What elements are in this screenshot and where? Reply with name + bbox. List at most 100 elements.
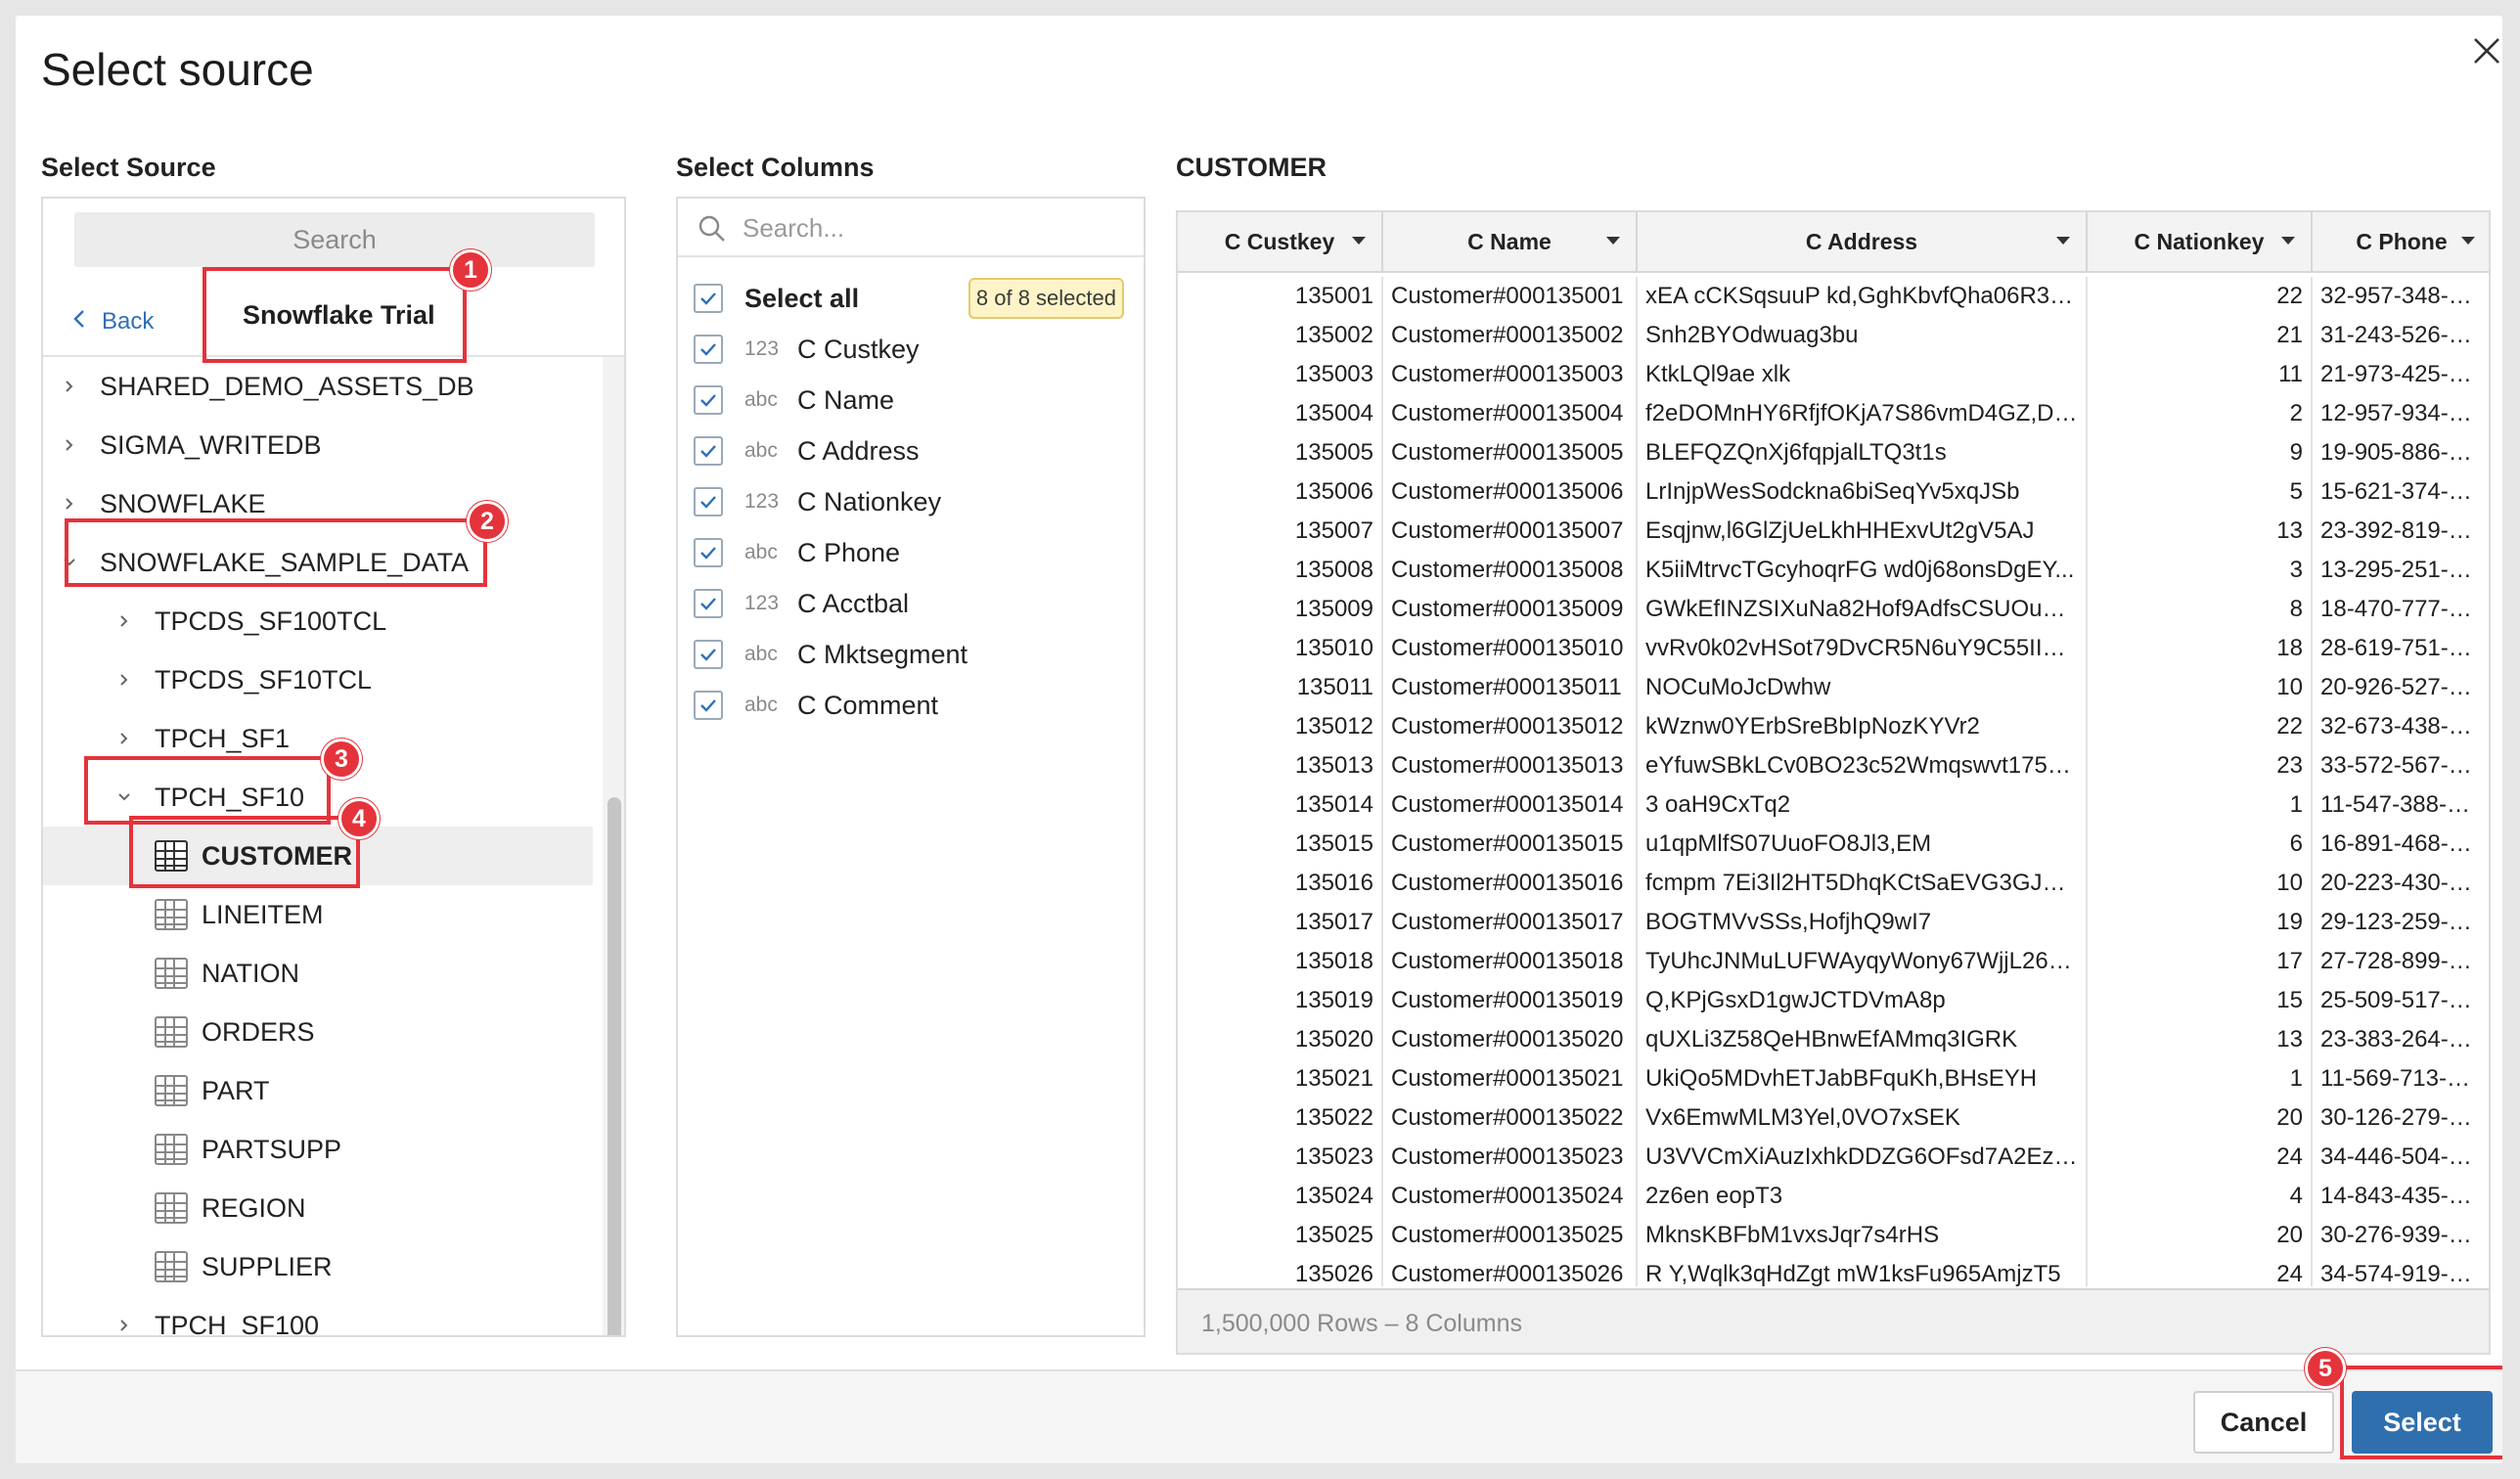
table-icon [155, 899, 188, 930]
chevron-down-icon[interactable] [1352, 237, 1366, 245]
tree-item-label: SNOWFLAKE_SAMPLE_DATA [100, 547, 470, 577]
chevron-down-icon[interactable] [63, 556, 76, 569]
tree-item-snowflake[interactable]: SNOWFLAKE [43, 474, 593, 533]
select-all-row[interactable]: Select all 8 of 8 selected [694, 273, 1124, 324]
tree-item-customer[interactable]: CUSTOMER [43, 827, 593, 885]
cancel-button[interactable]: Cancel [2193, 1391, 2334, 1454]
table-cell: Customer#000135014 [1383, 785, 1638, 825]
tree-item-label: TPCH_SF10 [155, 782, 305, 812]
tree-item-label: TPCDS_SF10TCL [155, 664, 373, 695]
column-name: C Nationkey [797, 486, 942, 516]
tree-item-tpch-sf100[interactable]: TPCH_SF100 [43, 1296, 593, 1335]
column-item[interactable]: 123 C Acctbal [694, 578, 1124, 629]
column-item[interactable]: 123 C Custkey [694, 324, 1124, 375]
table-cell: Customer#000135012 [1383, 707, 1638, 746]
column-checkbox[interactable] [694, 691, 723, 720]
tree-item-label: SUPPLIER [202, 1251, 333, 1281]
column-type-tag: abc [744, 643, 778, 665]
tree-item-snowflake-sample-data[interactable]: SNOWFLAKE_SAMPLE_DATA [43, 533, 593, 592]
select-columns-heading: Select Columns [676, 153, 875, 182]
close-icon[interactable] [2465, 29, 2502, 72]
column-checkbox[interactable] [694, 385, 723, 415]
source-browser-panel: Search Back Snowflake Trial SHARED_DEMO_… [41, 197, 626, 1337]
column-item[interactable]: 123 C Nationkey [694, 476, 1124, 527]
column-type-tag: abc [744, 439, 778, 462]
chevron-right-icon[interactable] [117, 673, 131, 687]
table-cell: u1qpMlfS07UuoFO8Jl3,EM [1638, 825, 2088, 864]
column-search-input[interactable] [742, 208, 1124, 247]
column-header[interactable]: C Custkey [1178, 212, 1383, 271]
column-checkbox[interactable] [694, 640, 723, 669]
table-cell: BLEFQZQnXj6fqpjalLTQ3t1s [1638, 433, 2088, 472]
tree-item-tpch-sf1[interactable]: TPCH_SF1 [43, 709, 593, 768]
preview-header-row: C Custkey C Name C Address C Nationkey C Pho… [1178, 212, 2489, 273]
table-row: 135004 Customer#000135004 f2eDOMnHY6RfjfOK… [1178, 394, 2489, 433]
column-item[interactable]: abc C Mktsegment [694, 629, 1124, 680]
source-search-input[interactable]: Search [74, 212, 595, 267]
column-checkbox[interactable] [694, 538, 723, 567]
table-cell: 135020 [1178, 1020, 1383, 1059]
column-checkbox[interactable] [694, 487, 723, 516]
table-cell: f2eDOMnHY6RfjfOKjA7S86vmD4GZ,DY... [1638, 394, 2088, 433]
table-cell: 15-621-374-6609 [2313, 472, 2489, 512]
tree-item-lineitem[interactable]: LINEITEM [43, 885, 593, 944]
column-item[interactable]: abc C Address [694, 426, 1124, 476]
tree-item-tpcds-sf10tcl[interactable]: TPCDS_SF10TCL [43, 650, 593, 709]
table-cell: 20 [2088, 1098, 2313, 1138]
chevron-right-icon[interactable] [63, 438, 76, 452]
table-cell: Customer#000135025 [1383, 1216, 1638, 1255]
column-name: C Acctbal [797, 588, 910, 618]
tree-item-tpch-sf10[interactable]: TPCH_SF10 [43, 768, 593, 827]
tree-item-shared-demo-assets-db[interactable]: SHARED_DEMO_ASSETS_DB [43, 357, 593, 416]
chevron-down-icon[interactable] [2461, 237, 2475, 245]
table-row: 135002 Customer#000135002 Snh2BYOdwuag3bu 2… [1178, 316, 2489, 355]
table-cell: 135022 [1178, 1098, 1383, 1138]
select-all-checkbox[interactable] [694, 284, 723, 313]
table-cell: Customer#000135018 [1383, 942, 1638, 981]
table-cell: 135007 [1178, 512, 1383, 551]
column-checkbox[interactable] [694, 335, 723, 364]
tree-item-supplier[interactable]: SUPPLIER [43, 1237, 593, 1296]
back-button[interactable]: Back [72, 302, 154, 341]
select-button[interactable]: Select [2352, 1391, 2493, 1454]
table-cell: 19 [2088, 903, 2313, 942]
tree-item-sigma-writedb[interactable]: SIGMA_WRITEDB [43, 416, 593, 474]
tree-item-label: SNOWFLAKE [100, 488, 266, 518]
table-cell: Customer#000135021 [1383, 1059, 1638, 1098]
tree-item-partsupp[interactable]: PARTSUPP [43, 1120, 593, 1179]
table-cell: GWkEfINZSIXuNa82Hof9AdfsCSUOuDhF [1638, 590, 2088, 629]
table-cell: 32-957-348-8193 [2313, 277, 2489, 316]
table-cell: 9 [2088, 433, 2313, 472]
column-item[interactable]: abc C Name [694, 375, 1124, 426]
tree-item-orders[interactable]: ORDERS [43, 1003, 593, 1061]
table-cell: 13 [2088, 1020, 2313, 1059]
tree-item-tpcds-sf100tcl[interactable]: TPCDS_SF100TCL [43, 592, 593, 650]
table-cell: 135014 [1178, 785, 1383, 825]
chevron-down-icon[interactable] [2056, 237, 2070, 245]
tree-item-part[interactable]: PART [43, 1061, 593, 1120]
tree-scrollbar-thumb[interactable] [608, 797, 621, 1335]
column-item[interactable]: abc C Phone [694, 527, 1124, 578]
chevron-right-icon[interactable] [117, 1319, 131, 1332]
column-checkbox[interactable] [694, 436, 723, 466]
chevron-down-icon[interactable] [2281, 237, 2295, 245]
chevron-right-icon[interactable] [63, 497, 76, 511]
tree-scrollbar[interactable] [603, 357, 624, 1335]
table-row: 135011 Customer#000135011 NOCuMoJcDwhw 10 20… [1178, 668, 2489, 707]
column-header[interactable]: C Phone [2313, 212, 2489, 271]
chevron-right-icon[interactable] [117, 732, 131, 745]
column-header[interactable]: C Name [1383, 212, 1638, 271]
chevron-right-icon[interactable] [117, 614, 131, 628]
column-header[interactable]: C Nationkey [2088, 212, 2313, 271]
chevron-down-icon[interactable] [1606, 237, 1620, 245]
table-cell: 135013 [1178, 746, 1383, 785]
tree-item-region[interactable]: REGION [43, 1179, 593, 1237]
table-cell: Customer#000135020 [1383, 1020, 1638, 1059]
chevron-down-icon[interactable] [117, 790, 131, 804]
column-header[interactable]: C Address [1638, 212, 2088, 271]
tree-item-label: PART [202, 1075, 270, 1105]
chevron-right-icon[interactable] [63, 380, 76, 393]
column-item[interactable]: abc C Comment [694, 680, 1124, 731]
tree-item-nation[interactable]: NATION [43, 944, 593, 1003]
column-checkbox[interactable] [694, 589, 723, 618]
